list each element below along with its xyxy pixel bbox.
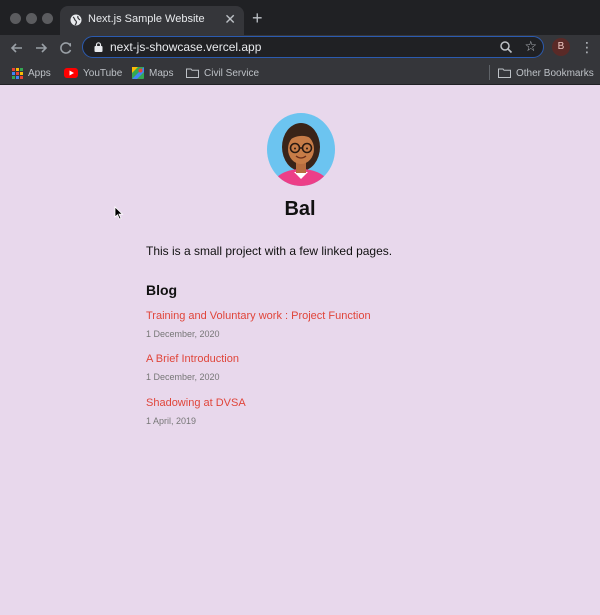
blog-post-date: 1 April, 2019 (146, 416, 197, 426)
avatar-illustration (271, 123, 331, 186)
new-tab-button[interactable]: + (252, 8, 263, 28)
blog-heading: Blog (146, 282, 178, 298)
bookmark-star-icon[interactable]: ☆ (524, 38, 537, 54)
profile-avatar-button[interactable]: B (552, 38, 570, 56)
kebab-menu-icon[interactable]: ⋮ (580, 38, 594, 56)
page-content: Bal This is a small project with a few l… (0, 86, 600, 615)
page-title: Bal (284, 198, 316, 220)
blog-post-link[interactable]: Shadowing at DVSA (146, 397, 246, 409)
back-arrow-icon[interactable] (8, 39, 26, 57)
profile-avatar (267, 113, 335, 186)
url-text: next-js-showcase.vercel.app (110, 40, 262, 54)
bookmarks-bar: Apps YouTube Maps Civil Service Other Bo… (0, 61, 600, 85)
mouse-pointer-icon (114, 206, 124, 220)
blog-post-link[interactable]: A Brief Introduction (146, 353, 239, 365)
blog-post-item: Training and Voluntary work : Project Fu… (146, 310, 371, 339)
blog-post-date: 1 December, 2020 (146, 329, 220, 339)
browser-toolbar: next-js-showcase.vercel.app ☆ B ⋮ (0, 35, 600, 61)
tab-title: Next.js Sample Website (88, 13, 205, 25)
intro-text: This is a small project with a few linke… (146, 244, 393, 258)
bookmark-label: YouTube (83, 67, 123, 79)
tab-strip: Next.js Sample Website ✕ + (0, 0, 600, 35)
zoom-window-button[interactable] (42, 13, 53, 24)
bookmark-maps[interactable]: Maps (132, 65, 173, 81)
reload-icon[interactable] (57, 39, 75, 57)
bookmark-civil-service[interactable]: Civil Service (186, 65, 259, 81)
bookmark-label: Civil Service (204, 67, 260, 79)
address-bar[interactable]: next-js-showcase.vercel.app ☆ (82, 36, 544, 58)
bookmark-label: Apps (28, 67, 51, 79)
folder-icon (498, 68, 511, 78)
close-tab-icon[interactable]: ✕ (224, 11, 236, 27)
blog-post-link[interactable]: Training and Voluntary work : Project Fu… (146, 310, 371, 322)
folder-icon (186, 68, 199, 78)
blog-post-item: A Brief Introduction 1 December, 2020 (146, 353, 239, 382)
maps-icon (132, 67, 144, 79)
forward-arrow-icon[interactable] (32, 39, 50, 57)
apps-grid-icon (12, 67, 23, 79)
globe-icon (70, 14, 82, 26)
blog-post-date: 1 December, 2020 (146, 372, 220, 382)
blog-post-item: Shadowing at DVSA 1 April, 2019 (146, 397, 246, 426)
other-bookmarks-label: Other Bookmarks (516, 67, 594, 79)
bookmark-label: Maps (149, 67, 174, 79)
minimize-window-button[interactable] (26, 13, 37, 24)
bookmarks-divider (489, 65, 490, 80)
tab-nextjs-sample[interactable]: Next.js Sample Website ✕ (60, 6, 244, 35)
other-bookmarks[interactable]: Other Bookmarks (498, 65, 594, 81)
bookmark-youtube[interactable]: YouTube (64, 65, 122, 81)
bookmark-apps[interactable]: Apps (12, 65, 51, 81)
lock-icon (94, 42, 103, 52)
search-icon[interactable] (499, 40, 513, 54)
close-window-button[interactable] (10, 13, 21, 24)
youtube-icon (64, 68, 78, 78)
